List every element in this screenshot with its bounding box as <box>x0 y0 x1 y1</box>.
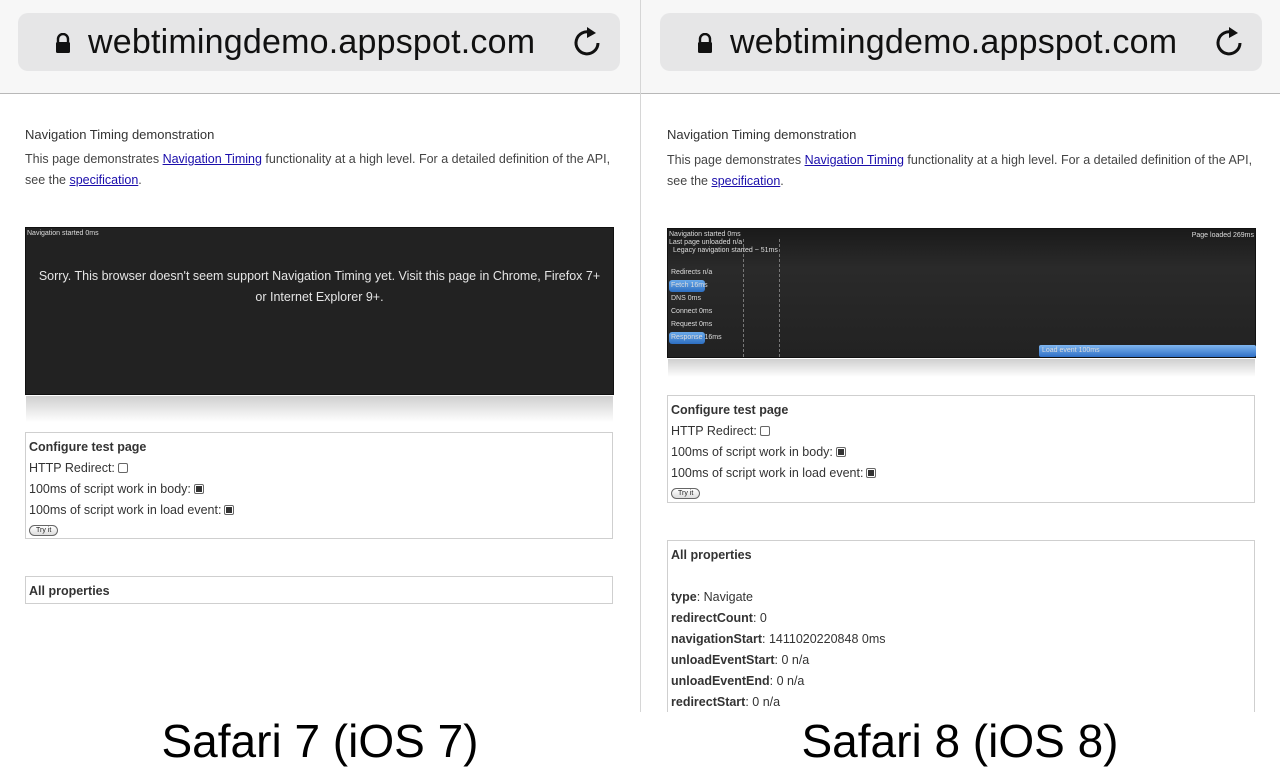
fetch-label: Fetch 16ms <box>671 282 708 289</box>
safari8-pane: webtimingdemo.appspot.com Navigation Tim… <box>640 0 1280 712</box>
redirect-label: HTTP Redirect: <box>671 424 757 438</box>
property-row: navigationStart: 1411020220848 0ms <box>671 632 886 646</box>
timeline-reflection <box>668 359 1255 377</box>
property-row: type: Navigate <box>671 590 753 604</box>
timeline-panel: Navigation started 0ms Sorry. This brows… <box>25 227 614 422</box>
timeline-reflection <box>26 396 613 422</box>
property-row: unloadEventStart: 0 n/a <box>671 653 810 667</box>
body-script-checkbox[interactable] <box>835 447 846 457</box>
lock-icon <box>696 33 714 53</box>
intro-text: This page demonstrates Navigation Timing… <box>25 152 611 187</box>
body-script-checkbox[interactable] <box>193 484 204 494</box>
body-script-label: 100ms of script work in body: <box>671 445 833 459</box>
load-script-label: 100ms of script work in load event: <box>29 503 222 517</box>
reload-icon[interactable] <box>1214 25 1246 59</box>
load-script-label: 100ms of script work in load event: <box>671 466 864 480</box>
configure-box: Configure test page HTTP Redirect: 100ms… <box>667 395 1255 503</box>
property-row: redirectStart: 0 n/a <box>671 695 781 709</box>
redirect-label: HTTP Redirect: <box>29 461 115 475</box>
property-row: redirectCount: 0 <box>671 611 767 625</box>
dns-label: DNS 0ms <box>671 295 701 302</box>
all-properties-box: All properties type: Navigate redirectCo… <box>667 540 1255 712</box>
intro-text: This page demonstrates Navigation Timing… <box>667 153 1253 188</box>
reload-icon[interactable] <box>572 25 604 59</box>
address-bar-area: webtimingdemo.appspot.com <box>0 0 640 94</box>
load-event-label: Load event 100ms <box>1042 347 1100 354</box>
load-script-checkbox[interactable] <box>866 468 877 478</box>
caption-safari7: Safari 7 (iOS 7) <box>161 715 479 767</box>
last-unload-label: Last page unloaded n/a <box>669 239 743 246</box>
nav-started-label: Navigation started 0ms <box>669 231 741 238</box>
specification-link[interactable]: specification <box>711 174 780 188</box>
lock-icon <box>54 33 72 53</box>
body-script-label: 100ms of script work in body: <box>29 482 191 496</box>
all-properties-box: All properties <box>25 576 613 604</box>
configure-title: Configure test page <box>671 403 789 417</box>
page-title: Navigation Timing demonstration <box>25 127 215 142</box>
timeline-panel: Navigation started 0ms Last page unloade… <box>667 228 1256 377</box>
page-loaded-label: Page loaded 269ms <box>1191 232 1254 239</box>
caption-safari8: Safari 8 (iOS 8) <box>801 715 1119 767</box>
all-properties-title: All properties <box>29 584 110 598</box>
safari7-pane: webtimingdemo.appspot.com Navigation Tim… <box>0 0 640 712</box>
url-field[interactable]: webtimingdemo.appspot.com <box>18 13 620 71</box>
navigation-timing-link[interactable]: Navigation Timing <box>163 152 262 166</box>
try-it-button[interactable]: Try it <box>671 488 701 499</box>
redirects-label: Redirects n/a <box>671 269 713 276</box>
response-label: Response 16ms <box>671 334 722 341</box>
load-script-checkbox[interactable] <box>224 505 235 515</box>
unload-marker-line <box>743 239 744 357</box>
request-label: Request 0ms <box>671 321 713 328</box>
unsupported-message: Sorry. This browser doesn't seem support… <box>38 269 601 304</box>
url-text: webtimingdemo.appspot.com <box>88 23 536 61</box>
legacy-marker-line <box>779 239 780 357</box>
url-field[interactable]: webtimingdemo.appspot.com <box>660 13 1262 71</box>
property-row: unloadEventEnd: 0 n/a <box>671 674 805 688</box>
connect-label: Connect 0ms <box>671 308 713 315</box>
page-title: Navigation Timing demonstration <box>667 127 857 142</box>
url-text: webtimingdemo.appspot.com <box>730 23 1178 61</box>
try-it-button[interactable]: Try it <box>29 525 59 536</box>
address-bar-area: webtimingdemo.appspot.com <box>641 0 1280 94</box>
redirect-checkbox[interactable] <box>759 426 770 436</box>
navigation-timing-link[interactable]: Navigation Timing <box>805 153 904 167</box>
specification-link[interactable]: specification <box>69 173 138 187</box>
navigation-started-label: Navigation started 0ms <box>27 230 99 237</box>
configure-title: Configure test page <box>29 440 147 454</box>
configure-box: Configure test page HTTP Redirect: 100ms… <box>25 432 613 539</box>
all-properties-title: All properties <box>671 548 752 562</box>
legacy-nav-label: Legacy navigation started ~ 51ms <box>673 247 778 254</box>
redirect-checkbox[interactable] <box>117 463 128 473</box>
